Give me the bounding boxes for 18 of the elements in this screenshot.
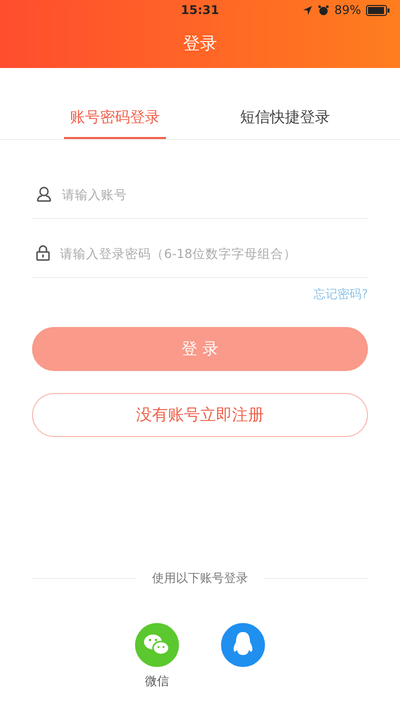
chat-bubbles-icon[interactable]: [135, 623, 179, 667]
status-time: 15:31: [180, 3, 220, 17]
penguin-icon[interactable]: [221, 623, 265, 667]
account-field[interactable]: 请输入账号: [62, 186, 368, 202]
location-icon: [302, 4, 314, 16]
lock-icon: [36, 245, 50, 261]
page-title: 登录: [182, 32, 218, 56]
user-icon: [36, 186, 52, 202]
social-login-caption: 使用以下账号登录: [152, 570, 248, 587]
battery-percent: 89%: [334, 3, 361, 17]
battery-icon: [366, 4, 390, 16]
login-tab[interactable]: 短信快捷登录: [234, 102, 336, 139]
forgot-password-link[interactable]: 忘记密码?: [314, 286, 368, 303]
register-button[interactable]: 没有账号立即注册: [32, 393, 368, 437]
alarm-icon: [318, 4, 330, 16]
password-field[interactable]: 请输入登录密码（6-18位数字字母组合）: [60, 246, 368, 260]
social-label: 微信: [145, 673, 169, 690]
login-tab[interactable]: 账号密码登录: [64, 102, 166, 139]
